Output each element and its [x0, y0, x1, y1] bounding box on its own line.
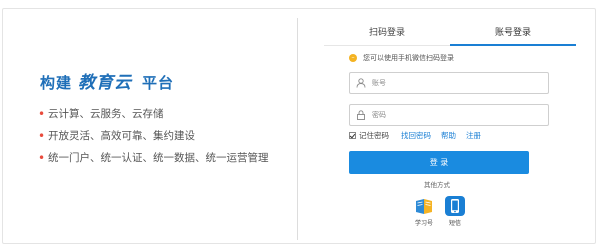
tab-qr-login[interactable]: 扫码登录: [324, 24, 450, 46]
lock-icon: [357, 110, 365, 120]
platform-tagline: 构建 教育云 平台: [40, 68, 175, 93]
feature-item: • 云计算、云服务、云存储: [38, 106, 269, 128]
password-input[interactable]: [372, 107, 542, 123]
username-field[interactable]: [349, 72, 549, 94]
password-field[interactable]: [349, 104, 549, 126]
feature-list: • 云计算、云服务、云存储 • 开放灵活、高效可靠、集约建设 • 统一门户、统一认证、…: [38, 106, 269, 172]
feature-item: • 统一门户、统一认证、统一数据、统一运营管理: [38, 150, 269, 172]
tagline-part2: 教育云: [78, 73, 133, 93]
tab-account-login[interactable]: 账号登录: [450, 24, 576, 46]
vertical-divider: [297, 18, 298, 240]
feature-item: • 开放灵活、高效可靠、集约建设: [38, 128, 269, 150]
login-button[interactable]: 登 录: [349, 151, 529, 174]
study-app-login[interactable]: 学习号: [409, 195, 439, 229]
remember-checkbox[interactable]: [349, 131, 356, 139]
help-link[interactable]: 帮助: [441, 131, 456, 140]
tagline-part1: 构建: [40, 74, 73, 92]
bullet-icon: •: [38, 151, 46, 165]
feature-text: 云计算、云服务、云存储: [48, 108, 164, 120]
feature-text: 统一门户、统一认证、统一数据、统一运营管理: [48, 152, 269, 164]
phone-sms-icon: [445, 196, 465, 216]
register-link[interactable]: 注册: [466, 131, 481, 140]
sms-login[interactable]: 短信: [440, 195, 470, 229]
login-options: 记住密码 找回密码 帮助 注册: [349, 130, 481, 142]
feature-text: 开放灵活、高效可靠、集约建设: [48, 130, 195, 142]
sms-label: 短信: [448, 220, 461, 227]
hint-text: 您可以使用手机微信扫码登录: [363, 54, 454, 62]
study-app-label: 学习号: [414, 220, 433, 227]
login-tabs: 扫码登录 账号登录: [324, 24, 576, 46]
info-icon: –: [349, 54, 357, 62]
username-input[interactable]: [372, 75, 542, 91]
remember-label: 记住密码: [359, 131, 389, 140]
bullet-icon: •: [38, 107, 46, 121]
other-methods-label: 其他方式: [424, 181, 450, 189]
study-app-icon: [416, 199, 432, 214]
login-page: 构建 教育云 平台 • 云计算、云服务、云存储 • 开放灵活、高效可靠、集约建设 • 统一…: [0, 0, 600, 246]
bullet-icon: •: [38, 129, 46, 143]
wechat-scan-hint: – 您可以使用手机微信扫码登录: [349, 52, 454, 64]
forgot-password-link[interactable]: 找回密码: [401, 131, 431, 140]
tagline-part3: 平台: [142, 74, 175, 92]
user-icon: [356, 78, 366, 88]
